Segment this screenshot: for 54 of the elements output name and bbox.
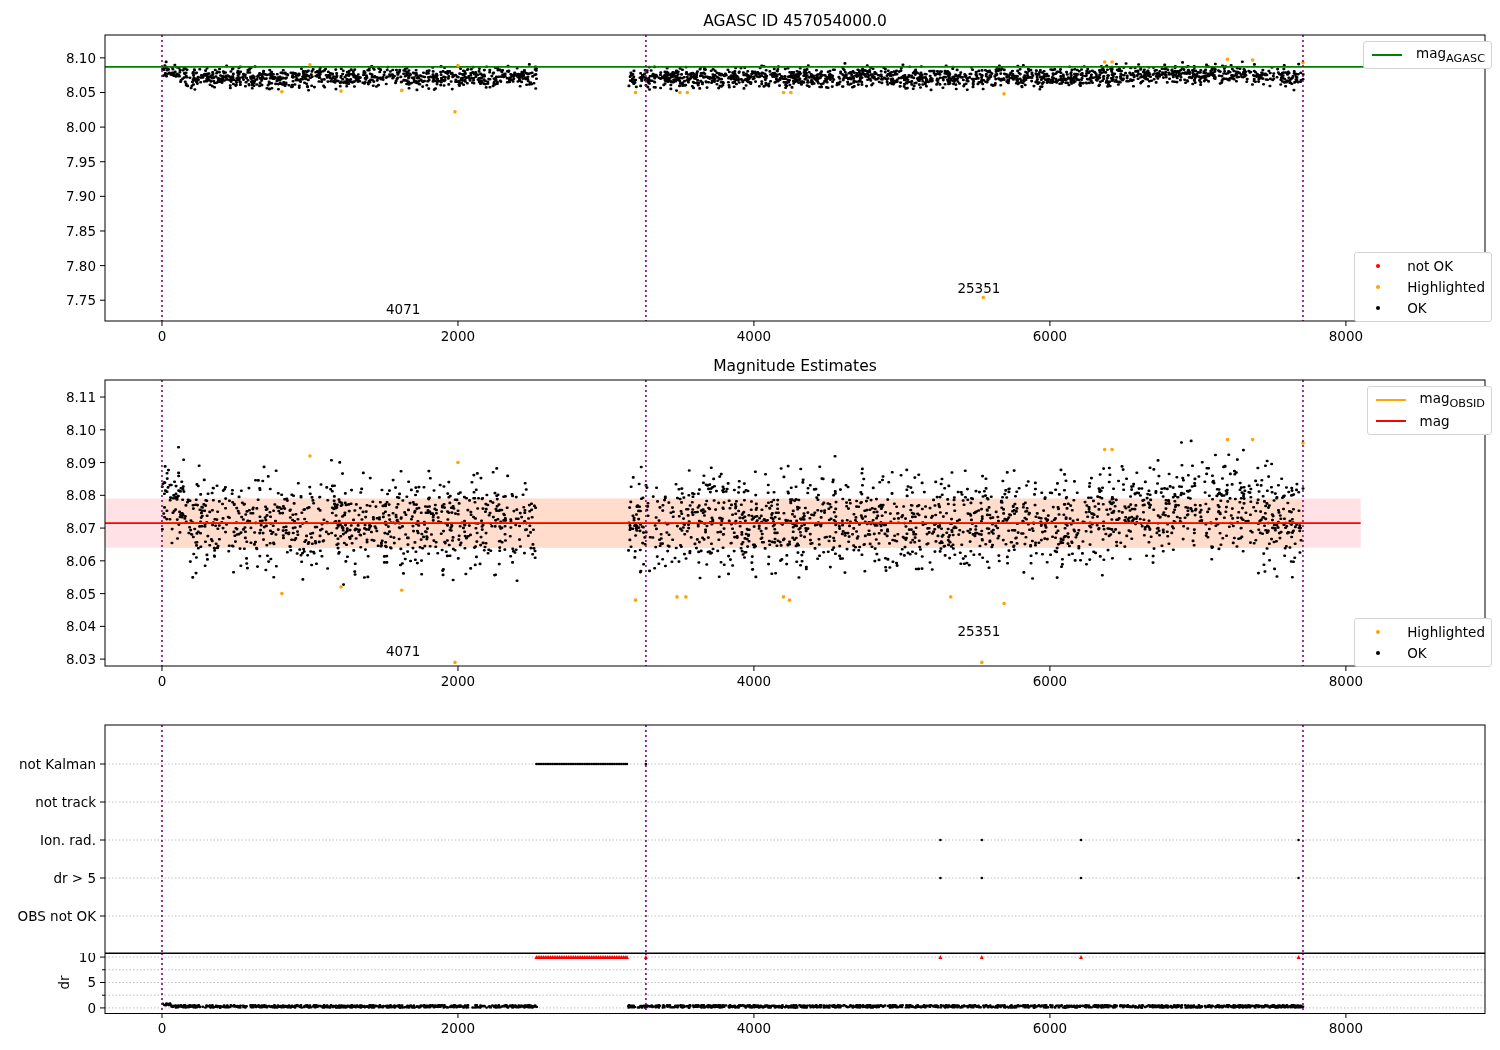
axis-tick-label: not track xyxy=(35,794,96,810)
axis-tick-label: 8.10 xyxy=(65,421,96,438)
axis-tick-label: 2000 xyxy=(440,328,476,344)
point-label: 4071 xyxy=(386,301,421,318)
legend-label: Highlighted xyxy=(1407,279,1485,295)
legend-label: mag$_{AGASC}$ xyxy=(1416,45,1485,65)
axis-tick-label: 2000 xyxy=(440,1020,476,1036)
axis-tick-label: dr > 5 xyxy=(53,870,96,886)
axis-tick-label: 2000 xyxy=(440,673,476,689)
chart-title: Magnitude Estimates xyxy=(713,357,877,375)
axis-tick-label: 8.09 xyxy=(65,454,96,471)
chart-title: AGASC ID 457054000.0 xyxy=(703,12,887,30)
axis-tick-label: 7.85 xyxy=(65,223,96,239)
axis-tick-label: 0 xyxy=(157,673,167,689)
axis-tick-label: 8.00 xyxy=(65,119,96,136)
axis-tick-label: 7.95 xyxy=(65,153,96,170)
axis-tick-label: 8.07 xyxy=(65,520,96,537)
point-label: 25351 xyxy=(957,623,1001,640)
axis-tick-label: 8.10 xyxy=(65,49,96,66)
legend-label: OK xyxy=(1407,300,1427,316)
axis-tick-label: 4000 xyxy=(736,328,772,344)
axis-tick-label: 6000 xyxy=(1032,1020,1068,1036)
axis-tick-label: 6000 xyxy=(1032,328,1068,344)
legend-label: mag xyxy=(1419,413,1450,429)
axis-tick-label: 0 xyxy=(87,999,96,1016)
axis-tick-label: 8.11 xyxy=(65,389,96,406)
axis-tick-label: OBS not OK xyxy=(17,908,96,924)
axis-tick-label: 6000 xyxy=(1032,673,1068,689)
axis-tick-label: 4000 xyxy=(736,673,772,689)
axis-tick-label: 7.80 xyxy=(65,257,96,274)
legend-label: OK xyxy=(1407,645,1427,661)
axis-tick-label: 8.04 xyxy=(65,618,96,635)
axis-tick-label: 8000 xyxy=(1328,1020,1364,1036)
axis-tick-label: 8.05 xyxy=(65,585,96,602)
axis-tick-label: Ion. rad. xyxy=(39,832,96,848)
axis-tick-label: 0 xyxy=(157,328,167,344)
legend-label: mag$_{OBSID}$ xyxy=(1419,390,1485,410)
axis-tick-label: 5 xyxy=(87,974,96,991)
axis-tick-label: 4000 xyxy=(736,1020,772,1036)
axis-tick-label: 8.08 xyxy=(65,487,96,504)
axis-tick-label: 8.05 xyxy=(65,84,96,101)
point-label: 4071 xyxy=(386,642,421,659)
axis-tick-label: 8000 xyxy=(1328,673,1364,689)
axis-tick-label: 0 xyxy=(157,1020,167,1036)
legend-label: not OK xyxy=(1407,258,1454,274)
axis-tick-label: 7.75 xyxy=(65,292,96,309)
point-label: 25351 xyxy=(957,280,1001,297)
legend-label: Highlighted xyxy=(1407,624,1485,640)
axis-tick-label: 7.90 xyxy=(65,188,96,205)
axis-label: dr xyxy=(56,975,72,990)
axis-tick-label: not Kalman xyxy=(18,756,96,772)
axis-tick-label: 8000 xyxy=(1328,328,1364,344)
axis-tick-label: 8.06 xyxy=(65,552,96,569)
axis-tick-label: 8.03 xyxy=(65,651,96,668)
